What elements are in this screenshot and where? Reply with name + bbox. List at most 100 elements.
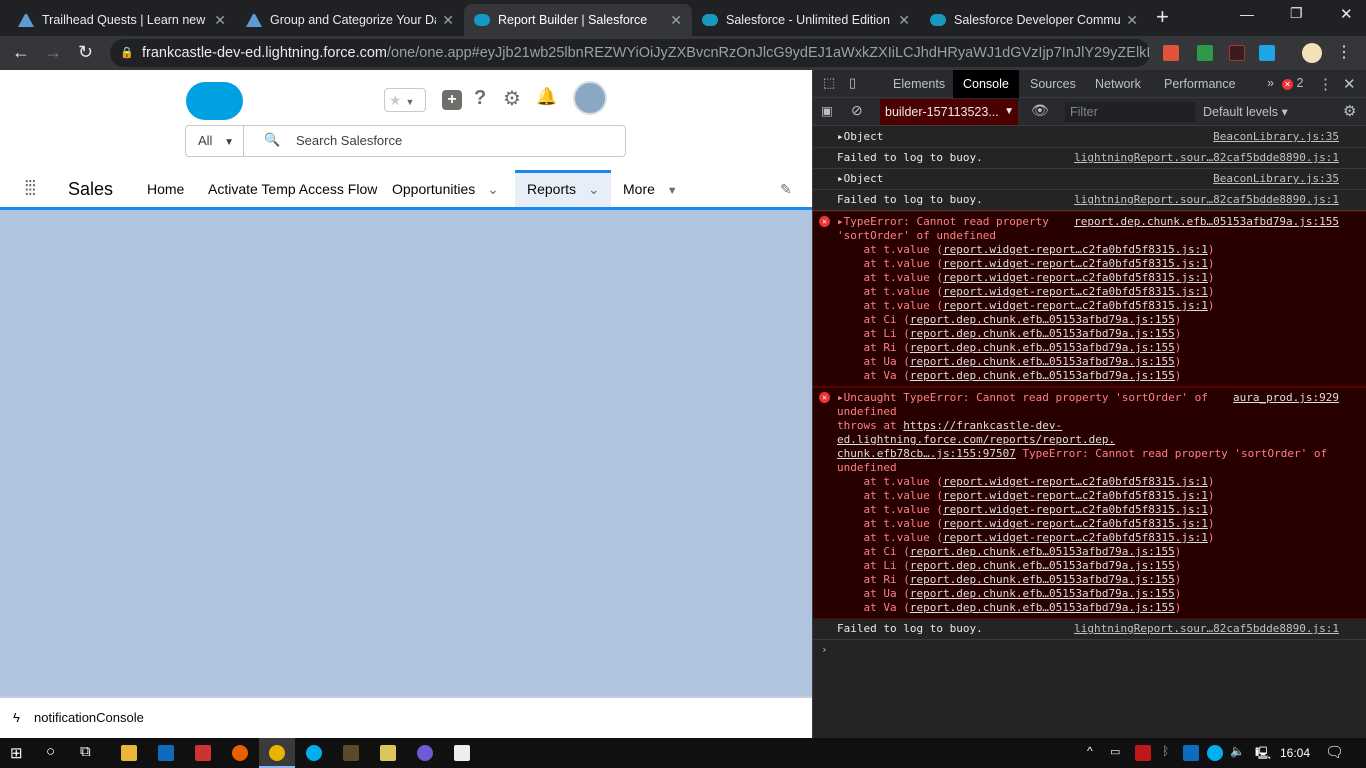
mcafee-icon[interactable] [1135,745,1151,761]
more-tabs-icon[interactable]: » [1267,76,1274,90]
source-link[interactable]: lightningReport.sour…82caf5bdde8890.js:1 [1074,151,1339,165]
app-icon[interactable] [343,745,359,761]
windows-start-icon[interactable]: ⊞ [10,744,23,762]
tab-elements[interactable]: Elements [883,70,955,98]
expand-triangle-icon[interactable]: ▸ [837,172,844,185]
search-input[interactable]: Search Salesforce [296,126,402,156]
browser-tab-active[interactable]: Report Builder | Salesforce ✕ [464,4,692,36]
extension-icon[interactable] [1163,45,1179,61]
stack-source-link[interactable]: report.widget-report…c2fa0bfd5f8315.js:1 [943,257,1208,270]
stack-source-link[interactable]: report.dep.chunk.efb…05153afbd79a.js:155 [910,341,1175,354]
source-link[interactable]: lightningReport.sour…82caf5bdde8890.js:1 [1074,193,1339,207]
console-prompt[interactable]: › [813,640,1366,660]
favorites-button[interactable]: ★ ▼ [384,88,426,112]
new-tab-button[interactable]: + [1156,4,1169,30]
source-link[interactable]: BeaconLibrary.js:35 [1213,130,1339,144]
outlook-icon[interactable] [158,745,174,761]
chevron-down-icon[interactable]: ⌄ [588,181,600,197]
stack-source-link[interactable]: report.widget-report…c2fa0bfd5f8315.js:1 [943,489,1208,502]
devtools-menu-icon[interactable]: ⋮ [1318,75,1333,93]
console-settings-gear-icon[interactable]: ⚙ [1343,102,1356,120]
stack-source-link[interactable]: report.dep.chunk.efb…05153afbd79a.js:155 [910,545,1175,558]
source-link[interactable]: lightningReport.sour…82caf5bdde8890.js:1 [1074,622,1339,636]
stack-source-link[interactable]: report.widget-report…c2fa0bfd5f8315.js:1 [943,531,1208,544]
pdf-extension-icon[interactable] [1229,45,1245,61]
close-devtools-icon[interactable]: ✕ [1343,75,1356,93]
stack-source-link[interactable]: report.widget-report…c2fa0bfd5f8315.js:1 [943,475,1208,488]
restore-button[interactable]: ❐ [1290,5,1303,22]
close-tab-icon[interactable]: ✕ [214,12,226,29]
stack-source-link[interactable]: report.dep.chunk.efb…05153afbd79a.js:155 [910,601,1175,614]
stack-source-link[interactable]: report.widget-report…c2fa0bfd5f8315.js:1 [943,503,1208,516]
forward-button[interactable]: → [44,42,62,63]
nav-item-home[interactable]: Home [147,170,184,207]
profile-avatar[interactable] [1302,43,1322,63]
app-icon[interactable] [380,745,396,761]
stack-source-link[interactable]: report.dep.chunk.efb…05153afbd79a.js:155 [910,355,1175,368]
nav-item-reports[interactable]: Reports ⌄ [515,170,611,207]
stack-source-link[interactable]: report.dep.chunk.efb…05153afbd79a.js:155 [910,313,1175,326]
close-tab-icon[interactable]: ✕ [670,12,682,29]
windows-extension-icon[interactable] [1259,45,1275,61]
show-hidden-icons-chevron[interactable]: ^ [1087,744,1093,758]
stack-source-link[interactable]: report.dep.chunk.efb…05153afbd79a.js:155 [910,369,1175,382]
tab-sources[interactable]: Sources [1020,70,1086,98]
stack-source-link[interactable]: report.widget-report…c2fa0bfd5f8315.js:1 [943,517,1208,530]
nav-item-more[interactable]: More ▼ [623,170,678,207]
stack-source-link[interactable]: report.dep.chunk.efb…05153afbd79a.js:155 [910,573,1175,586]
stack-source-link[interactable]: report.widget-report…c2fa0bfd5f8315.js:1 [943,285,1208,298]
edit-nav-pencil-icon[interactable]: ✎ [780,170,792,207]
stack-source-link[interactable]: report.dep.chunk.efb…05153afbd79a.js:155 [910,559,1175,572]
browser-tab[interactable]: Trailhead Quests | Learn new sk ✕ [8,4,236,36]
nav-item-activate-temp-access-flow[interactable]: Activate Temp Access Flow [208,170,377,207]
skype-tray-icon[interactable] [1207,745,1223,761]
stack-source-link[interactable]: report.dep.chunk.efb…05153afbd79a.js:155 [910,587,1175,600]
app-icon[interactable] [417,745,433,761]
close-window-button[interactable]: ✕ [1340,5,1353,23]
clock[interactable]: 16:04 [1280,746,1310,760]
sidebar-toggle-icon[interactable]: ▣ [821,103,833,118]
nav-item-opportunities[interactable]: Opportunities ⌄ [392,170,499,207]
browser-tab[interactable]: Salesforce Developer Commun ✕ [920,4,1148,36]
log-levels-dropdown[interactable]: Default levels ▾ [1203,104,1288,119]
action-center-icon[interactable]: 🗨 [1325,743,1344,761]
sticky-notes-icon[interactable] [454,745,470,761]
cortana-search-icon[interactable]: ○ [46,743,55,760]
source-link[interactable]: report.dep.chunk.efb…05153afbd79a.js:155 [1074,215,1339,229]
browser-tab[interactable]: Salesforce - Unlimited Edition ✕ [692,4,920,36]
setup-gear-icon[interactable]: ⚙ [503,86,521,111]
clear-console-icon[interactable]: ⊘ [851,102,863,119]
help-icon[interactable]: ? [474,87,486,110]
chrome-taskbar-button[interactable] [259,738,295,768]
utility-bar[interactable]: ϟ notificationConsole [0,696,812,738]
source-link[interactable]: aura_prod.js:929 [1233,391,1339,405]
minimize-button[interactable]: — [1240,6,1254,22]
close-tab-icon[interactable]: ✕ [442,12,454,29]
tab-network[interactable]: Network [1085,70,1151,98]
stack-source-link[interactable]: report.dep.chunk.efb…05153afbd79a.js:155 [910,327,1175,340]
inspect-element-icon[interactable]: ⬚ [823,75,835,91]
tab-console[interactable]: Console [953,70,1019,98]
context-selector[interactable]: builder-157113523... ▼ [880,99,1018,125]
notifications-bell-icon[interactable]: 🔔 [536,87,557,107]
console-filter-input[interactable]: Filter [1065,102,1195,122]
network-icon[interactable]: 🖳 [1255,744,1271,765]
chevron-down-icon[interactable]: ⌄ [487,181,499,197]
stack-source-link[interactable]: report.widget-report…c2fa0bfd5f8315.js:1 [943,299,1208,312]
volume-icon[interactable]: 🔈 [1230,744,1245,758]
global-create-icon[interactable]: + [442,90,462,110]
user-avatar[interactable] [573,81,607,115]
chrome-menu-icon[interactable]: ⋮ [1336,42,1352,62]
firefox-icon[interactable] [232,745,248,761]
url-bar[interactable]: 🔒 frankcastle-dev-ed.lightning.force.com/… [110,39,1150,67]
stack-source-link[interactable]: report.widget-report…c2fa0bfd5f8315.js:1 [943,271,1208,284]
bluetooth-icon[interactable]: ᛒ [1162,744,1169,758]
source-link[interactable]: BeaconLibrary.js:35 [1213,172,1339,186]
expand-triangle-icon[interactable]: ▸ [837,130,844,143]
error-counter[interactable]: ✕ 2 [1282,76,1303,90]
battery-icon[interactable]: ▭ [1110,745,1120,758]
close-tab-icon[interactable]: ✕ [1126,12,1138,29]
close-tab-icon[interactable]: ✕ [898,12,910,29]
reload-button[interactable]: ↻ [78,42,93,63]
app-icon[interactable] [195,745,211,761]
